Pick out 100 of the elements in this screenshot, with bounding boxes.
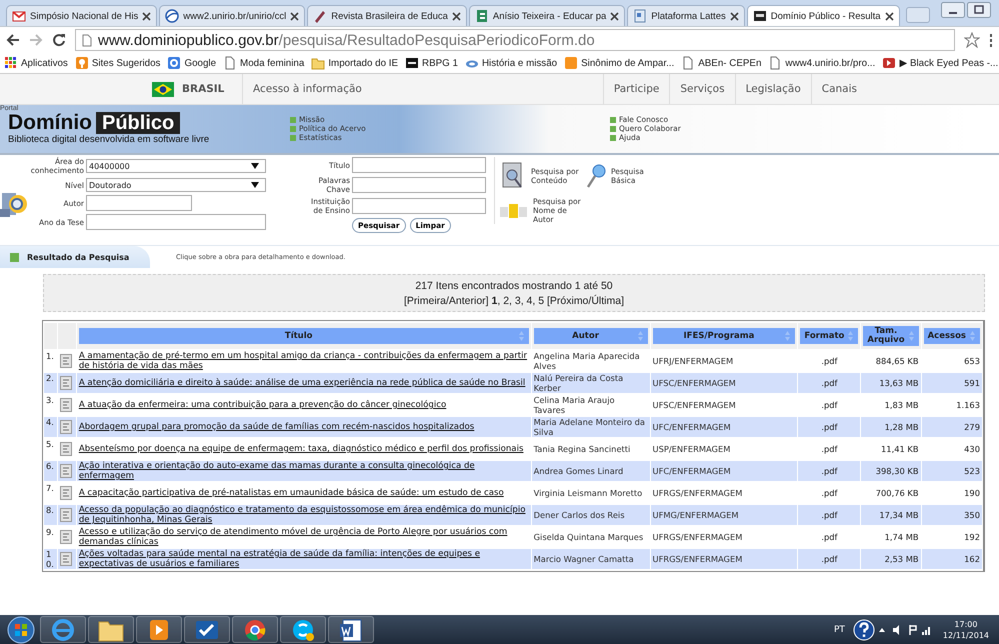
table-cell: .pdf (798, 417, 860, 437)
title-link[interactable]: Ação interativa e orientação do auto-exame das mamas durante a consulta ginecológica de enfermagem (78, 461, 529, 481)
table-cell: UFC/ENFERMAGEM (650, 417, 798, 437)
title-link[interactable]: A capacitação participativa de pré-natalistas em umaunidade básica de saúde: um estudo de caso (78, 488, 529, 498)
taskbar-button[interactable] (280, 616, 326, 643)
help-icon[interactable] (852, 618, 875, 640)
column-header[interactable]: Formato (800, 328, 858, 344)
back-icon[interactable] (6, 34, 20, 46)
tab-title: Revista Brasileira de Educa (331, 10, 448, 22)
close-icon[interactable] (610, 12, 620, 20)
close-icon[interactable] (884, 12, 894, 20)
system-tray-icon[interactable] (876, 624, 933, 636)
browser-tab[interactable]: Domínio Público - Resulta (746, 5, 900, 26)
bookmark[interactable]: Importado do IE (311, 56, 398, 70)
bookmark[interactable]: www4.unirio.br/pro... (768, 56, 876, 70)
mail-icon (12, 9, 26, 23)
taskbar-button[interactable] (232, 616, 278, 643)
title-link[interactable]: Absenteísmo por doença na equipe de enfermagem: taxa, diagnóstico médico e perfil dos profissionais (78, 444, 529, 454)
nav-link[interactable]: Legislação (734, 74, 811, 104)
tab-title: Simpósio Nacional de His (30, 10, 138, 22)
taskbar-button[interactable] (88, 616, 134, 643)
bullet-icon (290, 126, 296, 132)
table-cell-text: .pdf (820, 399, 838, 412)
bookmark[interactable]: Aplicativos (4, 56, 68, 70)
document-icon[interactable] (60, 354, 72, 368)
browser-tab[interactable]: Anísio Teixeira - Educar pa (468, 5, 626, 26)
nav-link[interactable]: Canais (810, 74, 867, 104)
column-header[interactable]: Acessos (924, 328, 980, 344)
section-title: Resultado da Pesquisa (27, 252, 130, 262)
bookmark[interactable]: Moda feminina (223, 56, 304, 70)
bookmark[interactable]: Sinônimo de Ampar... (564, 56, 674, 70)
taskbar-button[interactable] (136, 616, 182, 643)
bookmark[interactable]: Google (167, 56, 216, 70)
close-icon[interactable] (142, 12, 152, 20)
table-cell-text: .pdf (820, 443, 838, 456)
language-indicator[interactable]: PT (834, 624, 845, 634)
document-icon[interactable] (60, 398, 72, 412)
table-cell: 523 (922, 461, 982, 481)
column-header[interactable]: Título (78, 328, 529, 344)
clock-date[interactable]: 12/11/2014 (942, 630, 989, 640)
maximize-icon[interactable] (967, 2, 991, 18)
input-field[interactable] (352, 157, 486, 173)
browser-tab[interactable]: Revista Brasileira de Educa (307, 5, 467, 26)
document-icon[interactable] (60, 530, 72, 544)
document-icon[interactable] (60, 508, 72, 522)
nav-link[interactable]: Serviços (669, 74, 735, 104)
title-link[interactable]: Ações voltadas para saúde mental na estratégia de saúde da família: intenções de equipes e expectativas de usuários e familiares (78, 549, 529, 569)
input-field[interactable] (86, 214, 266, 230)
bookmark[interactable]: RBPG 1 (405, 56, 458, 70)
title-link[interactable]: Acesso e utilização do serviço de atendimento móvel de urgência de Porto Alegre por usuários com demandas clínicas (78, 527, 529, 547)
nav-link[interactable]: Participe (602, 74, 670, 104)
table-cell: 1,28 MB (861, 417, 921, 437)
logo-text: Público (96, 112, 180, 134)
bullet-icon (290, 134, 296, 140)
pagination[interactable]: [Primeira/Anterior] 1, 2, 3, 4, 5 [Próximo/Última] (404, 294, 624, 306)
access-link[interactable]: Acesso à informação (242, 74, 362, 104)
dark-square-icon (405, 56, 420, 70)
input-field[interactable] (352, 198, 486, 214)
document-icon[interactable] (60, 552, 72, 566)
dropdown[interactable]: 40400000 (86, 159, 266, 173)
title-link[interactable]: A amamentação de pré-termo em um hospital amigo da criança - contribuições da enfermagem a partir de história de vida das mães (78, 351, 529, 371)
browser-tab[interactable]: Plataforma Lattes (627, 5, 745, 26)
document-icon[interactable] (60, 486, 72, 500)
table-cell-text: 1.163 (955, 399, 981, 412)
close-icon[interactable] (452, 12, 461, 20)
table-cell-text: 190 (963, 487, 981, 500)
browser-tab[interactable]: www2.unirio.br/unirio/ccl (159, 5, 306, 26)
document-icon[interactable] (60, 376, 72, 390)
document-icon[interactable] (60, 442, 72, 456)
ring-icon (167, 56, 182, 70)
column-header[interactable]: Tam. Arquivo (863, 326, 919, 346)
star-icon[interactable] (964, 32, 980, 48)
taskbar-button[interactable] (328, 616, 374, 643)
title-link[interactable]: A atuação da enfermeira: uma contribuição para a prevenção do câncer ginecológico (78, 400, 529, 410)
reload-icon[interactable] (52, 33, 66, 47)
menu-icon[interactable] (989, 33, 993, 47)
row-number: 9. (45, 527, 55, 539)
taskbar-button[interactable] (184, 616, 230, 643)
column-header[interactable]: Autor (534, 328, 648, 344)
bookmark[interactable]: História e missão (464, 56, 558, 70)
close-icon[interactable] (730, 12, 739, 20)
table-cell-text: .pdf (820, 487, 838, 500)
input-field[interactable] (352, 177, 486, 193)
bookmark[interactable]: ▶ Black Eyed Peas -... (882, 56, 998, 70)
bullet-icon (610, 116, 616, 122)
close-icon[interactable] (290, 12, 300, 20)
bookmark[interactable]: Sites Sugeridos (74, 56, 160, 70)
column-header[interactable]: IFES/Programa (652, 328, 796, 344)
minimize-icon[interactable] (941, 2, 965, 18)
browser-tab[interactable]: Simpósio Nacional de His (6, 5, 158, 26)
bookmark[interactable]: ABEn- CEPEn (681, 56, 762, 70)
title-link[interactable]: Acesso da população ao diagnóstico e tratamento da esquistossomose em área endêmica do município de Jequitinhonha, Minas Gerais (78, 505, 529, 525)
document-icon[interactable] (60, 420, 72, 434)
document-icon[interactable] (60, 464, 72, 478)
country-link[interactable]: BRASIL (182, 83, 224, 95)
clock-time[interactable]: 17:00 (942, 618, 989, 630)
address-field[interactable]: www.dominiopublico.gov.br/pesquisa/ResultadoPesquisaPeriodicoForm.do (75, 29, 955, 51)
table-cell: Maria Adelane Monteiro da Silva (532, 417, 650, 437)
input-field[interactable] (86, 195, 192, 211)
dropdown[interactable]: Doutorado (86, 178, 266, 192)
